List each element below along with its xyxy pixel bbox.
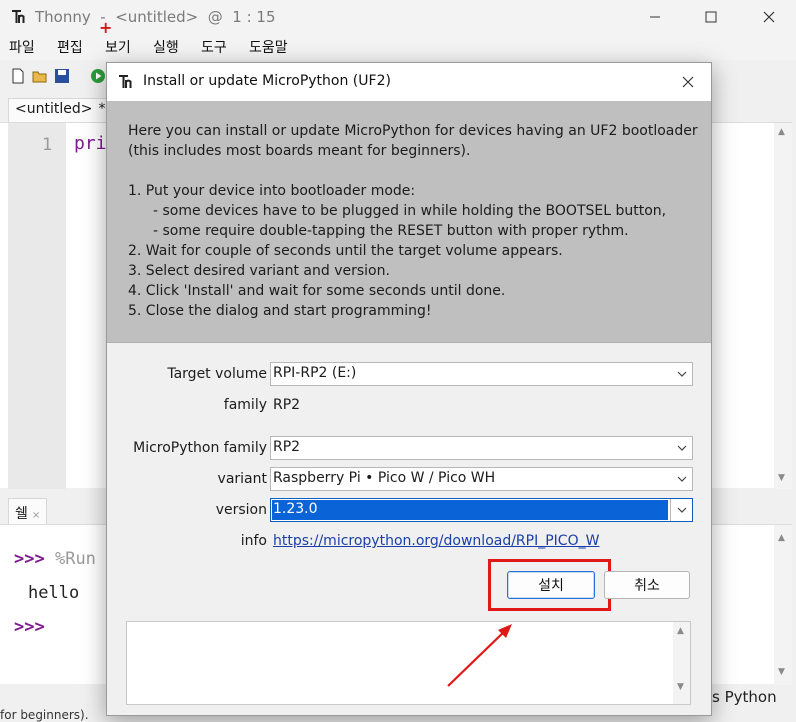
info-link[interactable]: https://micropython.org/download/RPI_PIC… <box>273 533 599 549</box>
instruction-line: 3. Select desired variant and version. <box>128 263 390 279</box>
instruction-line: Here you can install or update MicroPyth… <box>128 123 698 139</box>
scroll-up-icon[interactable]: ▲ <box>778 533 785 543</box>
cancel-button[interactable]: 취소 <box>604 571 690 599</box>
variant-value: Raspberry Pi • Pico W / Pico WH <box>273 470 496 486</box>
menu-run[interactable]: 실행 <box>153 37 179 57</box>
tab-shell[interactable]: 쉘 × <box>8 498 48 524</box>
micropython-family-label: MicroPython family <box>133 440 267 456</box>
code-line: pri <box>74 133 107 154</box>
tab-untitled[interactable]: <untitled> * <box>8 98 113 122</box>
cursor-marker: + <box>99 18 113 37</box>
dialog-close-button[interactable] <box>665 63 711 101</box>
family-label: family <box>223 397 267 413</box>
progress-log-area[interactable]: ▲ ▼ <box>126 621 691 705</box>
scroll-up-icon[interactable]: ▲ <box>778 127 785 137</box>
thonny-app-icon <box>12 10 25 23</box>
line-number: 1 <box>42 135 53 155</box>
thonny-app-icon <box>119 75 132 88</box>
line-number-gutter: 1 <box>8 123 66 489</box>
maximize-button[interactable] <box>688 0 734 34</box>
maximize-icon <box>705 11 717 23</box>
shell-prompt: >>> <box>14 549 45 569</box>
interpreter-selector[interactable]: s Python <box>712 688 777 706</box>
menu-edit[interactable]: 편집 <box>57 37 83 57</box>
toolbar <box>0 62 110 92</box>
instruction-line: - some require double-tapping the RESET … <box>153 223 629 239</box>
shell-tabbar: 쉘 × <box>0 496 110 524</box>
micropython-family-select[interactable]: RP2 <box>270 436 693 460</box>
close-icon[interactable]: × <box>32 510 40 521</box>
micropython-family-value: RP2 <box>273 439 301 455</box>
instruction-line: 5. Close the dialog and start programmin… <box>128 303 432 319</box>
close-icon <box>682 76 694 88</box>
target-volume-value: RPI-RP2 (E:) <box>273 365 357 381</box>
instruction-line: 4. Click 'Install' and wait for some sec… <box>128 283 506 299</box>
open-file-icon[interactable] <box>32 68 48 84</box>
status-text: for beginners). <box>0 708 89 722</box>
instruction-line: 1. Put your device into bootloader mode: <box>128 183 416 199</box>
minimize-icon <box>650 16 660 18</box>
window-titlebar: Thonny - <untitled> @ 1 : 15 <box>0 0 796 34</box>
dialog-titlebar: Install or update MicroPython (UF2) <box>107 63 711 101</box>
close-icon <box>763 11 775 23</box>
instruction-line: (this includes most boards meant for beg… <box>128 143 471 159</box>
scroll-down-icon[interactable]: ▼ <box>778 667 785 677</box>
target-volume-label: Target volume <box>167 366 267 382</box>
menubar: 파일 편집 보기 실행 도구 도움말 <box>0 34 796 60</box>
shell-tab-label: 쉘 <box>15 506 28 522</box>
log-scrollbar[interactable]: ▲ ▼ <box>673 622 690 704</box>
version-value: 1.23.0 <box>272 500 668 520</box>
instructions-panel: Here you can install or update MicroPyth… <box>107 101 711 343</box>
editor-scrollbar[interactable]: ▲ ▼ <box>774 123 792 489</box>
run-icon[interactable] <box>90 68 106 84</box>
menu-tools[interactable]: 도구 <box>201 37 227 57</box>
shell-output: hello <box>28 583 80 603</box>
menu-view[interactable]: 보기 <box>105 37 131 57</box>
tab-modified-marker: * <box>98 101 106 117</box>
variant-select[interactable]: Raspberry Pi • Pico W / Pico WH <box>270 467 693 491</box>
install-button[interactable]: 설치 <box>507 571 595 599</box>
new-file-icon[interactable] <box>10 68 26 84</box>
version-dropdown-button[interactable] <box>670 499 692 521</box>
shell-prompt: >>> <box>14 617 45 637</box>
target-volume-select[interactable]: RPI-RP2 (E:) <box>270 362 693 386</box>
shell-command: %Run <box>54 549 96 569</box>
instruction-line: 2. Wait for couple of seconds until the … <box>128 243 563 259</box>
minimize-button[interactable] <box>632 0 678 34</box>
menu-help[interactable]: 도움말 <box>249 37 288 57</box>
chevron-down-icon <box>677 476 687 482</box>
version-label: version <box>215 502 267 518</box>
scroll-down-icon[interactable]: ▼ <box>778 473 785 483</box>
chevron-down-icon <box>677 445 687 451</box>
window-title: Thonny - <untitled> @ 1 : 15 <box>35 8 276 26</box>
save-icon[interactable] <box>54 68 70 84</box>
version-select[interactable]: 1.23.0 <box>270 498 693 522</box>
menu-file[interactable]: 파일 <box>9 37 35 57</box>
info-label: info <box>240 533 267 549</box>
install-micropython-dialog: Install or update MicroPython (UF2) Here… <box>106 62 712 716</box>
scroll-down-icon[interactable]: ▼ <box>677 682 684 692</box>
close-window-button[interactable] <box>746 0 792 34</box>
family-value: RP2 <box>273 397 301 413</box>
scroll-up-icon[interactable]: ▲ <box>677 626 684 636</box>
editor-tabbar: <untitled> * <box>0 98 113 122</box>
shell-prompt-line: >>> %Run <box>14 549 96 569</box>
annotation-arrow <box>447 624 512 687</box>
variant-label: variant <box>217 471 267 487</box>
shell-scrollbar[interactable]: ▲ ▼ <box>774 525 792 685</box>
instruction-line: - some devices have to be plugged in whi… <box>153 203 667 219</box>
chevron-down-icon <box>677 371 687 377</box>
tab-label: <untitled> <box>15 101 93 117</box>
chevron-down-icon <box>677 507 687 513</box>
dialog-title: Install or update MicroPython (UF2) <box>143 73 391 89</box>
